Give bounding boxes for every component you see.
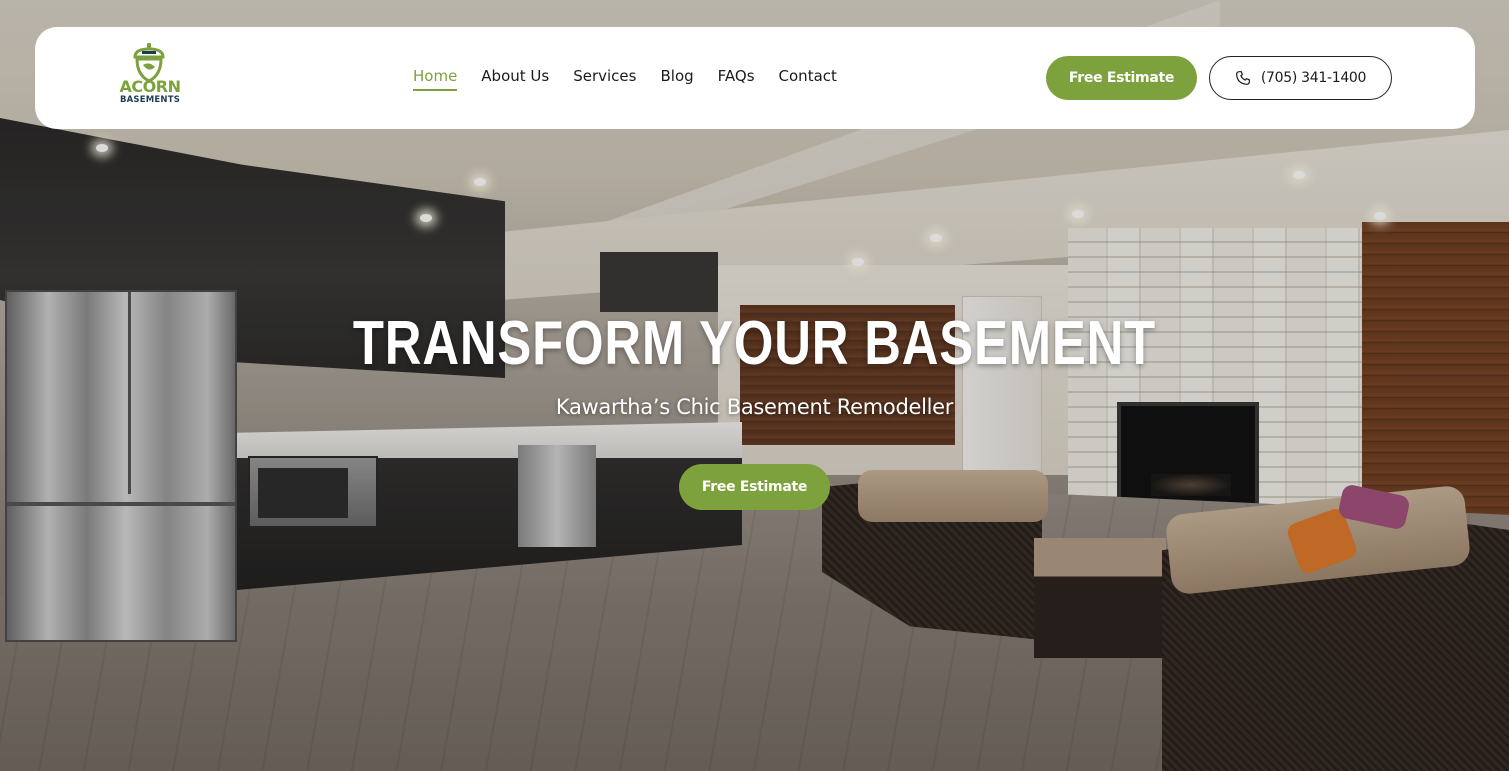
nav-blog[interactable]: Blog	[660, 67, 693, 91]
hero-title: TRANSFORM YOUR BASEMENT	[352, 309, 1157, 378]
nav-home[interactable]: Home	[413, 67, 458, 91]
phone-button[interactable]: (705) 341-1400	[1209, 56, 1392, 100]
hero-subtitle: Kawartha’s Chic Basement Remodeller	[555, 395, 954, 419]
header-free-estimate-button[interactable]: Free Estimate	[1046, 56, 1197, 100]
phone-number: (705) 341-1400	[1260, 70, 1367, 86]
main-nav: Home About Us Services Blog FAQs Contact	[413, 67, 837, 91]
nav-contact[interactable]: Contact	[779, 67, 837, 91]
phone-icon	[1235, 71, 1250, 85]
hero-free-estimate-button[interactable]: Free Estimate	[679, 464, 830, 510]
brand-tagline: BASEMENTS	[119, 95, 181, 105]
brand-name: ACORN	[119, 77, 181, 96]
brand-logo[interactable]: ACORN BASEMENTS	[117, 43, 187, 111]
nav-about-us[interactable]: About Us	[481, 67, 549, 91]
nav-faqs[interactable]: FAQs	[718, 67, 755, 91]
site-header: ACORN BASEMENTS Home About Us Services B…	[35, 27, 1475, 129]
nav-services[interactable]: Services	[573, 67, 636, 91]
